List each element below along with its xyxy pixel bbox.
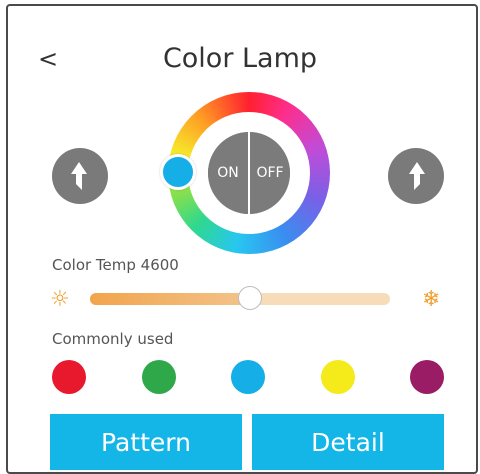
- off-button[interactable]: OFF: [250, 132, 290, 214]
- color-swatch-2[interactable]: [141, 360, 176, 394]
- previous-button[interactable]: [52, 148, 108, 204]
- power-divider: [248, 132, 250, 214]
- on-button[interactable]: ON: [208, 132, 248, 214]
- color-temp-thumb[interactable]: [238, 286, 262, 310]
- arrow-up-left-icon: [71, 162, 87, 190]
- color-swatch-3[interactable]: [231, 360, 265, 394]
- sun-icon: ☼: [50, 287, 70, 312]
- arrow-up-right-icon: [409, 162, 425, 190]
- commonly-used-label: Commonly used: [52, 330, 174, 348]
- common-colors: [52, 360, 444, 394]
- color-temp-label: Color Temp 4600: [52, 256, 179, 274]
- power-toggle: ON OFF: [208, 132, 290, 214]
- color-swatch-1[interactable]: [52, 360, 86, 394]
- snowflake-icon: ❄: [422, 287, 441, 312]
- color-temp-fill: [90, 293, 249, 305]
- detail-button[interactable]: Detail: [252, 414, 444, 470]
- color-picker-knob[interactable]: [160, 154, 196, 190]
- color-swatch-5[interactable]: [410, 360, 444, 394]
- pattern-button[interactable]: Pattern: [50, 414, 242, 470]
- color-wheel[interactable]: ON OFF: [160, 92, 330, 254]
- color-temp-slider[interactable]: [90, 286, 390, 310]
- next-button[interactable]: [388, 148, 444, 204]
- color-swatch-4[interactable]: [320, 360, 355, 394]
- page-title: Color Lamp: [162, 43, 318, 74]
